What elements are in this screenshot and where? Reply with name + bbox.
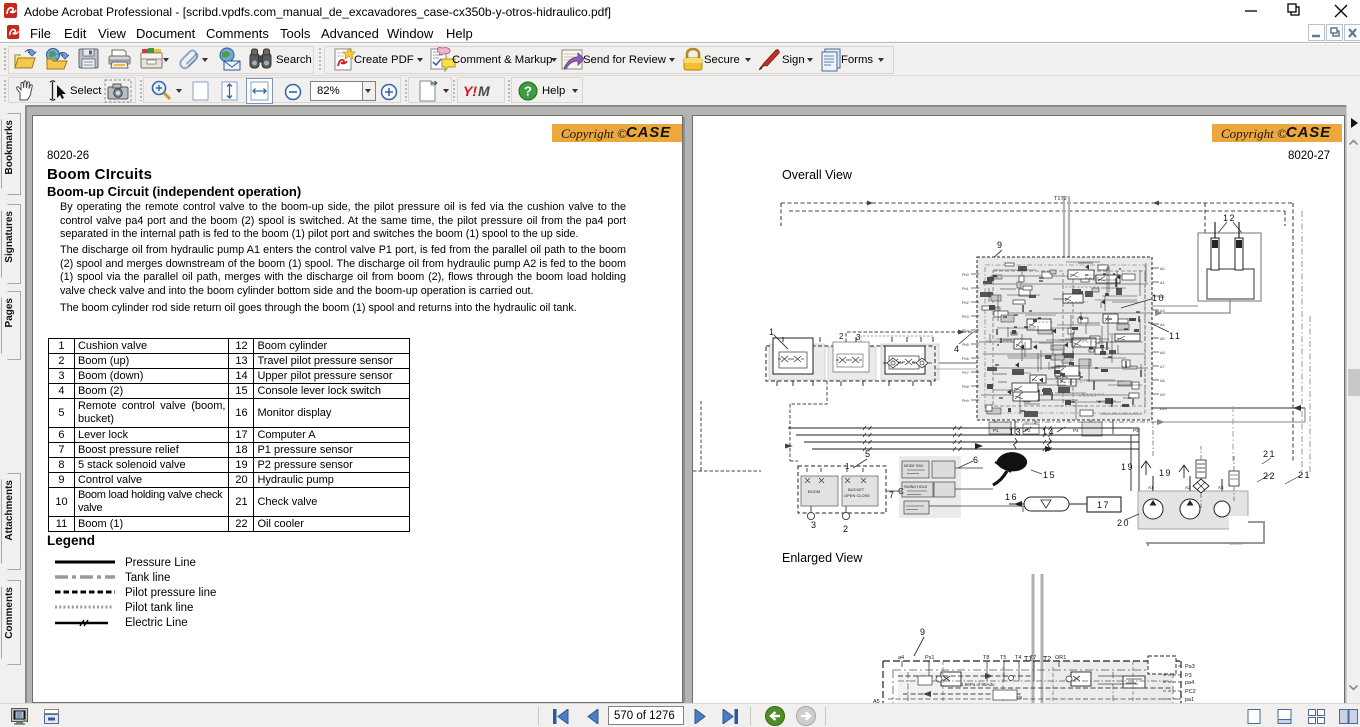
svg-text:P2: P2 — [1025, 428, 1031, 433]
svg-text:A1: A1 — [1160, 281, 1165, 285]
svg-text:12: 12 — [1223, 213, 1236, 223]
svg-text:Pb9: Pb9 — [962, 399, 969, 403]
svg-text:Pb1: Pb1 — [962, 287, 969, 291]
svg-text:22: 22 — [1263, 471, 1276, 481]
svg-text:T1T2: T1T2 — [1054, 196, 1067, 202]
svg-text:P4: P4 — [1073, 428, 1079, 433]
svg-text:P3: P3 — [1185, 673, 1192, 679]
svg-text:1: 1 — [845, 462, 850, 471]
svg-text:17: 17 — [1097, 500, 1110, 510]
svg-text:A9: A9 — [1160, 393, 1165, 397]
svg-text:13: 13 — [1009, 427, 1022, 437]
svg-text:T5: T5 — [1000, 655, 1006, 661]
svg-text:10: 10 — [1152, 293, 1165, 303]
svg-text:Pb8: Pb8 — [962, 385, 969, 389]
svg-text:6: 6 — [973, 455, 978, 465]
svg-text:A7: A7 — [1160, 365, 1165, 369]
svg-text:P3: P3 — [1133, 428, 1139, 433]
svg-text:4: 4 — [954, 344, 959, 354]
svg-text:C: C — [898, 487, 904, 496]
svg-text:19: 19 — [1121, 462, 1134, 472]
svg-text:A8: A8 — [1160, 379, 1165, 383]
svg-text:2: 2 — [839, 332, 844, 341]
svg-text:BUCKET: BUCKET — [848, 487, 865, 492]
svg-text:T8: T8 — [983, 655, 989, 661]
svg-text:a4: a4 — [898, 655, 904, 661]
svg-text:Pb7: Pb7 — [962, 371, 969, 375]
svg-text:5: 5 — [865, 449, 870, 459]
svg-text:Pa3: Pa3 — [1185, 664, 1195, 670]
svg-text:21: 21 — [1298, 470, 1311, 480]
svg-text:Pb3: Pb3 — [962, 315, 969, 319]
svg-text:SM0894: SM0894 — [1229, 542, 1242, 546]
svg-text:21: 21 — [1263, 449, 1276, 459]
svg-text:?: ? — [524, 84, 532, 99]
svg-text:P1: P1 — [993, 428, 999, 433]
svg-text:OR1: OR1 — [1055, 655, 1066, 661]
svg-text:pa4: pa4 — [1185, 680, 1194, 686]
svg-text:3: 3 — [811, 520, 816, 530]
svg-text:Pb2: Pb2 — [962, 301, 969, 305]
svg-text:T4: T4 — [1015, 655, 1021, 661]
svg-text:T2: T2 — [1043, 656, 1051, 663]
svg-text:2: 2 — [843, 524, 848, 534]
svg-text:9: 9 — [920, 627, 925, 637]
svg-text:A3: A3 — [1218, 485, 1224, 490]
svg-text:11: 11 — [1169, 331, 1181, 341]
svg-text:Pb0: Pb0 — [962, 273, 969, 277]
svg-text:Ps1: Ps1 — [925, 655, 934, 661]
svg-text:14: 14 — [1042, 427, 1055, 437]
svg-text:15: 15 — [1043, 470, 1056, 480]
svg-text:20: 20 — [1117, 518, 1130, 528]
svg-text:Pb5: Pb5 — [962, 343, 969, 347]
svg-text:19: 19 — [1159, 468, 1172, 478]
svg-text:1: 1 — [769, 327, 774, 337]
svg-text:A0: A0 — [1160, 267, 1165, 271]
svg-text:A6: A6 — [1160, 351, 1165, 355]
svg-text:OPEN CLOSE: OPEN CLOSE — [844, 493, 870, 498]
svg-text:BOOM: BOOM — [808, 489, 820, 494]
svg-text:1.96Pa of 98Adu: 1.96Pa of 98Adu — [961, 682, 995, 687]
svg-text:7: 7 — [889, 490, 894, 500]
svg-text:9: 9 — [997, 240, 1002, 250]
svg-text:A4: A4 — [1160, 323, 1165, 327]
svg-text:A5: A5 — [1160, 337, 1165, 341]
svg-text:T7: T7 — [1030, 655, 1036, 661]
svg-text:MODE SWL: MODE SWL — [904, 464, 924, 468]
svg-text:PC2: PC2 — [1185, 689, 1196, 695]
svg-text:16: 16 — [1005, 492, 1018, 502]
svg-text:SWING HOLD: SWING HOLD — [904, 485, 928, 489]
svg-text:3: 3 — [856, 333, 861, 342]
svg-text:Pb6: Pb6 — [962, 357, 969, 361]
